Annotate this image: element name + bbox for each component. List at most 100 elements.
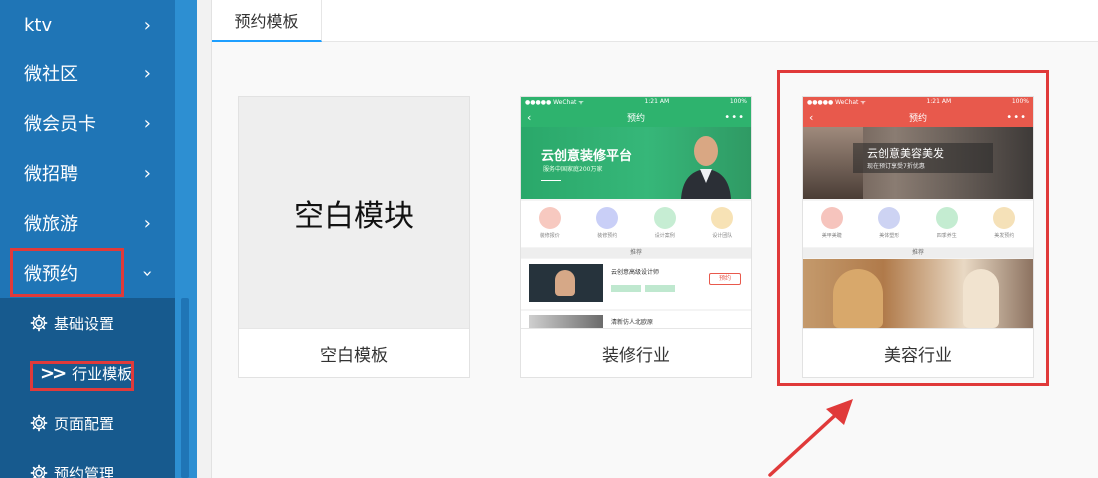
template-card-blank[interactable]: 空白模块 空白模板 [238,96,470,378]
banner-title: 云创意装修平台 [541,149,633,164]
phone-nav-bar: ‹ 预约 ••• [521,107,751,127]
teacup-icon [935,207,958,229]
submenu-item-basic-settings[interactable]: 基础设置 [0,298,175,348]
tab-booking-template[interactable]: 预约模板 [212,0,322,42]
list-thumbnail [529,264,603,302]
submenu-item-label: 基础设置 [54,314,115,333]
photo-figure [833,269,883,328]
phone-icon-label: 装修预约 [597,233,618,239]
sidebar-item-label: 微旅游 [24,214,78,235]
quote-icon [538,207,561,229]
phone-nav-title: 预约 [908,113,927,124]
template-caption: 美容行业 [803,328,1033,377]
sidebar-item-label: 微会员卡 [24,114,96,135]
phone-icon-item: 设计团队 [711,207,734,239]
hairdryer-icon [993,207,1016,229]
banner-subtitle: 现在预订享受7折优惠 [867,163,925,170]
book-button: 预约 [709,273,741,285]
phone-icon-label: 设计团队 [712,233,733,239]
chevron-right-icon: › [143,14,151,36]
phone-icon-item: 美甲美睫 [820,207,843,239]
banner-title: 云创意美容美发 [867,147,944,160]
sidebar-item-label: ktv [24,14,53,36]
phone-icon-row: 美甲美睫 美体塑形 四季养生 美发预约 [803,201,1033,247]
template-caption: 空白模板 [239,328,469,377]
photo-figure [963,269,999,328]
status-left: ●●●●● WeChat ᯤ [807,99,866,106]
thumbnail-text: 空白模块 [294,198,414,234]
gear-icon [30,464,48,478]
submenu-item-industry-template[interactable]: >> 行业模板 [0,348,175,398]
sidebar-divider [197,0,212,478]
tag [645,285,675,292]
phone-banner: 云创意装修平台 服务中国家庭200万家 [521,127,751,199]
sidebar-item-label: 微招聘 [24,164,78,185]
sidebar-item-label: 微社区 [24,64,78,85]
phone-icon-item: 美发预约 [993,207,1016,239]
status-battery: 100% [729,98,747,105]
phone-section-header: 推荐 [521,248,751,258]
gear-icon [30,314,48,332]
phone-mockup: ●●●●● WeChat ᯤ 1:21 AM 100% ‹ 预约 ••• 云创意… [803,97,1033,328]
booking-submenu: 基础设置 >> 行业模板 页面配置 预约管理 [0,298,175,478]
phone-mockup: ●●●●● WeChat ᯤ 1:21 AM 100% ‹ 预约 ••• 云创意… [521,97,751,328]
chevron-right-icon: › [143,162,151,184]
phone-icon-label: 美甲美睫 [821,233,842,239]
phone-icon-label: 美发预约 [994,233,1015,239]
submenu-item-label: 预约管理 [54,464,115,478]
banner-subtitle: 服务中国家庭200万家 [543,166,603,173]
template-thumbnail: ●●●●● WeChat ᯤ 1:21 AM 100% ‹ 预约 ••• 云创意… [521,97,751,328]
phone-icon-item: 美体塑形 [878,207,901,239]
status-battery: 100% [1011,98,1029,105]
back-icon: ‹ [527,110,532,124]
template-caption: 装修行业 [521,328,751,377]
phone-icon-item: 装修预约 [596,207,619,239]
phone-status-bar: ●●●●● WeChat ᯤ 1:21 AM 100% [521,97,751,107]
phone-icon-row: 装修报价 装修预约 设计案例 设计团队 [521,201,751,247]
gear-icon [30,414,48,432]
list-title: 云创意高级设计师 [611,269,660,276]
chevron-right-icon: › [143,62,151,84]
team-icon [711,207,734,229]
phone-icon-label: 四季养生 [936,233,957,239]
submenu-item-page-config[interactable]: 页面配置 [0,398,175,448]
annotation-arrow-icon [768,399,853,477]
phone-feature-photo [803,259,1033,328]
tab-label: 预约模板 [234,12,299,31]
phone-nav-bar: ‹ 预约 ••• [803,107,1033,127]
sidebar-item-label: 微预约 [24,264,78,285]
sidebar-item-booking[interactable]: 微预约 › [0,248,175,298]
submenu-item-label: 行业模板 [72,364,133,383]
main-content: 预约模板 空白模块 空白模板 ●●●●● WeChat ᯤ 1:21 AM 10… [212,0,1098,478]
template-card-decoration[interactable]: ●●●●● WeChat ᯤ 1:21 AM 100% ‹ 预约 ••• 云创意… [520,96,752,378]
body-icon [878,207,901,229]
status-time: 1:21 AM [644,98,670,105]
monitor-icon [596,207,619,229]
sidebar-item-ktv[interactable]: ktv › [0,0,175,50]
sidebar-item-community[interactable]: 微社区 › [0,48,175,98]
list-title: 清新仿人北欧原 [611,319,654,326]
template-card-beauty[interactable]: ●●●●● WeChat ᯤ 1:21 AM 100% ‹ 预约 ••• 云创意… [802,96,1034,378]
sidebar-item-member-card[interactable]: 微会员卡 › [0,98,175,148]
more-icon: ••• [724,111,745,123]
sidebar-scrollbar-thumb[interactable] [181,298,189,478]
template-thumbnail: 空白模块 [239,97,469,328]
phone-nav-title: 预约 [626,113,645,124]
phone-icon-item: 四季养生 [935,207,958,239]
chevron-right-icon: › [143,212,151,234]
double-chevron-right-icon: >> [40,362,67,384]
chevron-right-icon: › [143,112,151,134]
sidebar: ktv › 微社区 › 微会员卡 › 微招聘 › 微旅游 › 微预约 › 基础设… [0,0,175,478]
submenu-item-booking-manage[interactable]: 预约管理 [0,448,175,478]
status-left: ●●●●● WeChat ᯤ [525,99,584,106]
tag [611,285,641,292]
tab-bar: 预约模板 [212,0,1098,42]
more-icon: ••• [1006,111,1027,123]
back-icon: ‹ [809,110,814,124]
banner-rule [541,180,561,181]
phone-status-bar: ●●●●● WeChat ᯤ 1:21 AM 100% [803,97,1033,107]
sidebar-item-recruit[interactable]: 微招聘 › [0,148,175,198]
chevron-down-icon: › [136,269,158,277]
template-thumbnail: ●●●●● WeChat ᯤ 1:21 AM 100% ‹ 预约 ••• 云创意… [803,97,1033,328]
sidebar-item-travel[interactable]: 微旅游 › [0,198,175,248]
